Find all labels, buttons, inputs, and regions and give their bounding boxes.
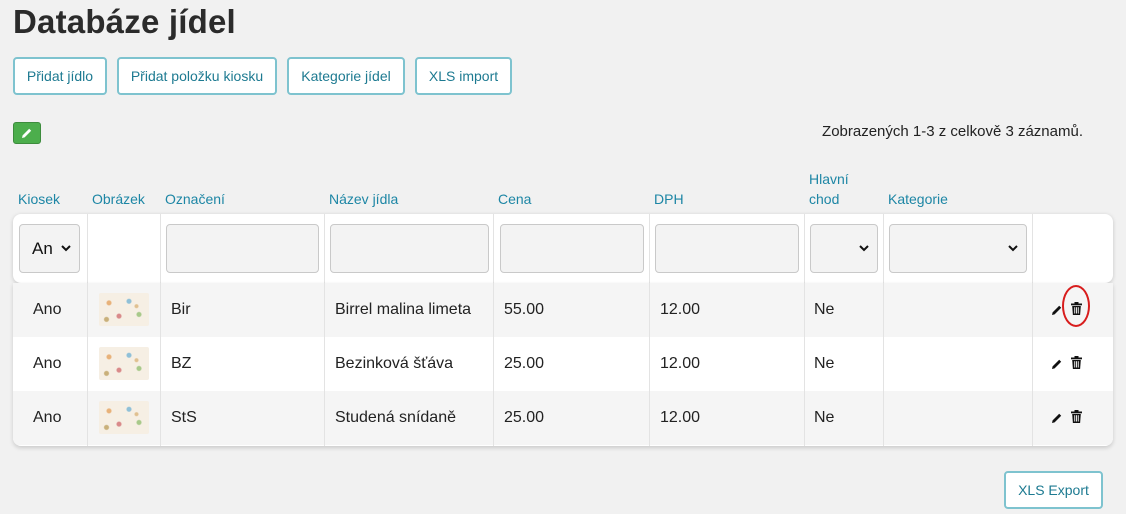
delete-row-trash-icon[interactable] (1071, 410, 1082, 423)
kiosk-filter-value: An (32, 238, 53, 258)
main-course-cell: Ne (814, 355, 835, 372)
delete-highlight-circle (1062, 285, 1090, 327)
column-header-category[interactable]: Kategorie (888, 189, 948, 209)
chevron-down-icon (61, 245, 71, 252)
filter-row: An (13, 214, 1113, 283)
kiosk-filter-select[interactable]: An (19, 224, 80, 273)
chevron-down-icon (859, 245, 869, 252)
label-filter-input[interactable] (166, 224, 319, 273)
table-row[interactable]: Ano StS Studená snídaně 25.00 12.00 Ne (13, 391, 1113, 445)
column-divider (160, 283, 161, 446)
column-header-main-course-line2: chod (809, 191, 840, 207)
meal-categories-button[interactable]: Kategorie jídel (287, 57, 405, 95)
kiosk-cell: Ano (33, 355, 62, 372)
column-divider (493, 283, 494, 446)
kiosk-cell: Ano (33, 301, 62, 318)
delete-row-trash-icon[interactable] (1071, 356, 1082, 369)
meal-image (99, 347, 149, 380)
name-filter-input[interactable] (330, 224, 489, 273)
name-cell: Birrel malina limeta (335, 301, 472, 318)
column-header-main-course[interactable]: Hlavní chod (809, 169, 849, 209)
column-header-label[interactable]: Označení (165, 189, 225, 209)
data-table-body: Ano Bir Birrel malina limeta 55.00 12.00… (13, 283, 1113, 446)
column-divider (804, 283, 805, 446)
category-filter-select[interactable] (889, 224, 1027, 273)
column-header-kiosk[interactable]: Kiosek (18, 189, 60, 209)
column-divider (324, 283, 325, 446)
vat-filter-input[interactable] (655, 224, 799, 273)
meal-image (99, 293, 149, 326)
price-cell: 25.00 (504, 409, 545, 426)
pencil-icon (22, 128, 32, 138)
column-header-main-course-line1: Hlavní (809, 171, 849, 187)
vat-cell: 12.00 (660, 409, 701, 426)
add-kiosk-item-button[interactable]: Přidat položku kiosku (117, 57, 277, 95)
column-divider (87, 214, 88, 283)
name-cell: Studená snídaně (335, 409, 456, 426)
records-info: Zobrazených 1-3 z celkově 3 záznamů. (822, 123, 1083, 140)
price-cell: 25.00 (504, 355, 545, 372)
vat-cell: 12.00 (660, 301, 701, 318)
column-divider (1032, 214, 1033, 283)
column-divider (649, 283, 650, 446)
column-header-vat[interactable]: DPH (654, 189, 684, 209)
table-row[interactable]: Ano BZ Bezinková šťáva 25.00 12.00 Ne (13, 337, 1113, 391)
page-title: Databáze jídel (13, 3, 236, 40)
column-divider (87, 283, 88, 446)
column-divider (883, 214, 884, 283)
column-divider (324, 214, 325, 283)
xls-import-button[interactable]: XLS import (415, 57, 512, 95)
bulk-edit-button[interactable] (13, 122, 41, 144)
kiosk-cell: Ano (33, 409, 62, 426)
vat-cell: 12.00 (660, 355, 701, 372)
main-course-cell: Ne (814, 409, 835, 426)
price-filter-input[interactable] (500, 224, 644, 273)
price-cell: 55.00 (504, 301, 545, 318)
chevron-down-icon (1008, 245, 1018, 252)
label-cell: BZ (171, 355, 192, 372)
column-divider (160, 214, 161, 283)
column-divider (1032, 283, 1033, 446)
column-divider (493, 214, 494, 283)
edit-row-pencil-icon[interactable] (1051, 358, 1063, 370)
table-row[interactable]: Ano Bir Birrel malina limeta 55.00 12.00… (13, 283, 1113, 337)
main-course-filter-select[interactable] (810, 224, 878, 273)
column-header-name[interactable]: Název jídla (329, 189, 398, 209)
column-header-image[interactable]: Obrázek (92, 189, 145, 209)
column-divider (804, 214, 805, 283)
edit-row-pencil-icon[interactable] (1051, 412, 1063, 424)
meal-image (99, 401, 149, 434)
label-cell: Bir (171, 301, 191, 318)
xls-export-button[interactable]: XLS Export (1004, 471, 1103, 509)
main-course-cell: Ne (814, 301, 835, 318)
add-meal-button[interactable]: Přidat jídlo (13, 57, 107, 95)
column-divider (883, 283, 884, 446)
column-divider (649, 214, 650, 283)
column-header-price[interactable]: Cena (498, 189, 531, 209)
label-cell: StS (171, 409, 197, 426)
name-cell: Bezinková šťáva (335, 355, 454, 372)
